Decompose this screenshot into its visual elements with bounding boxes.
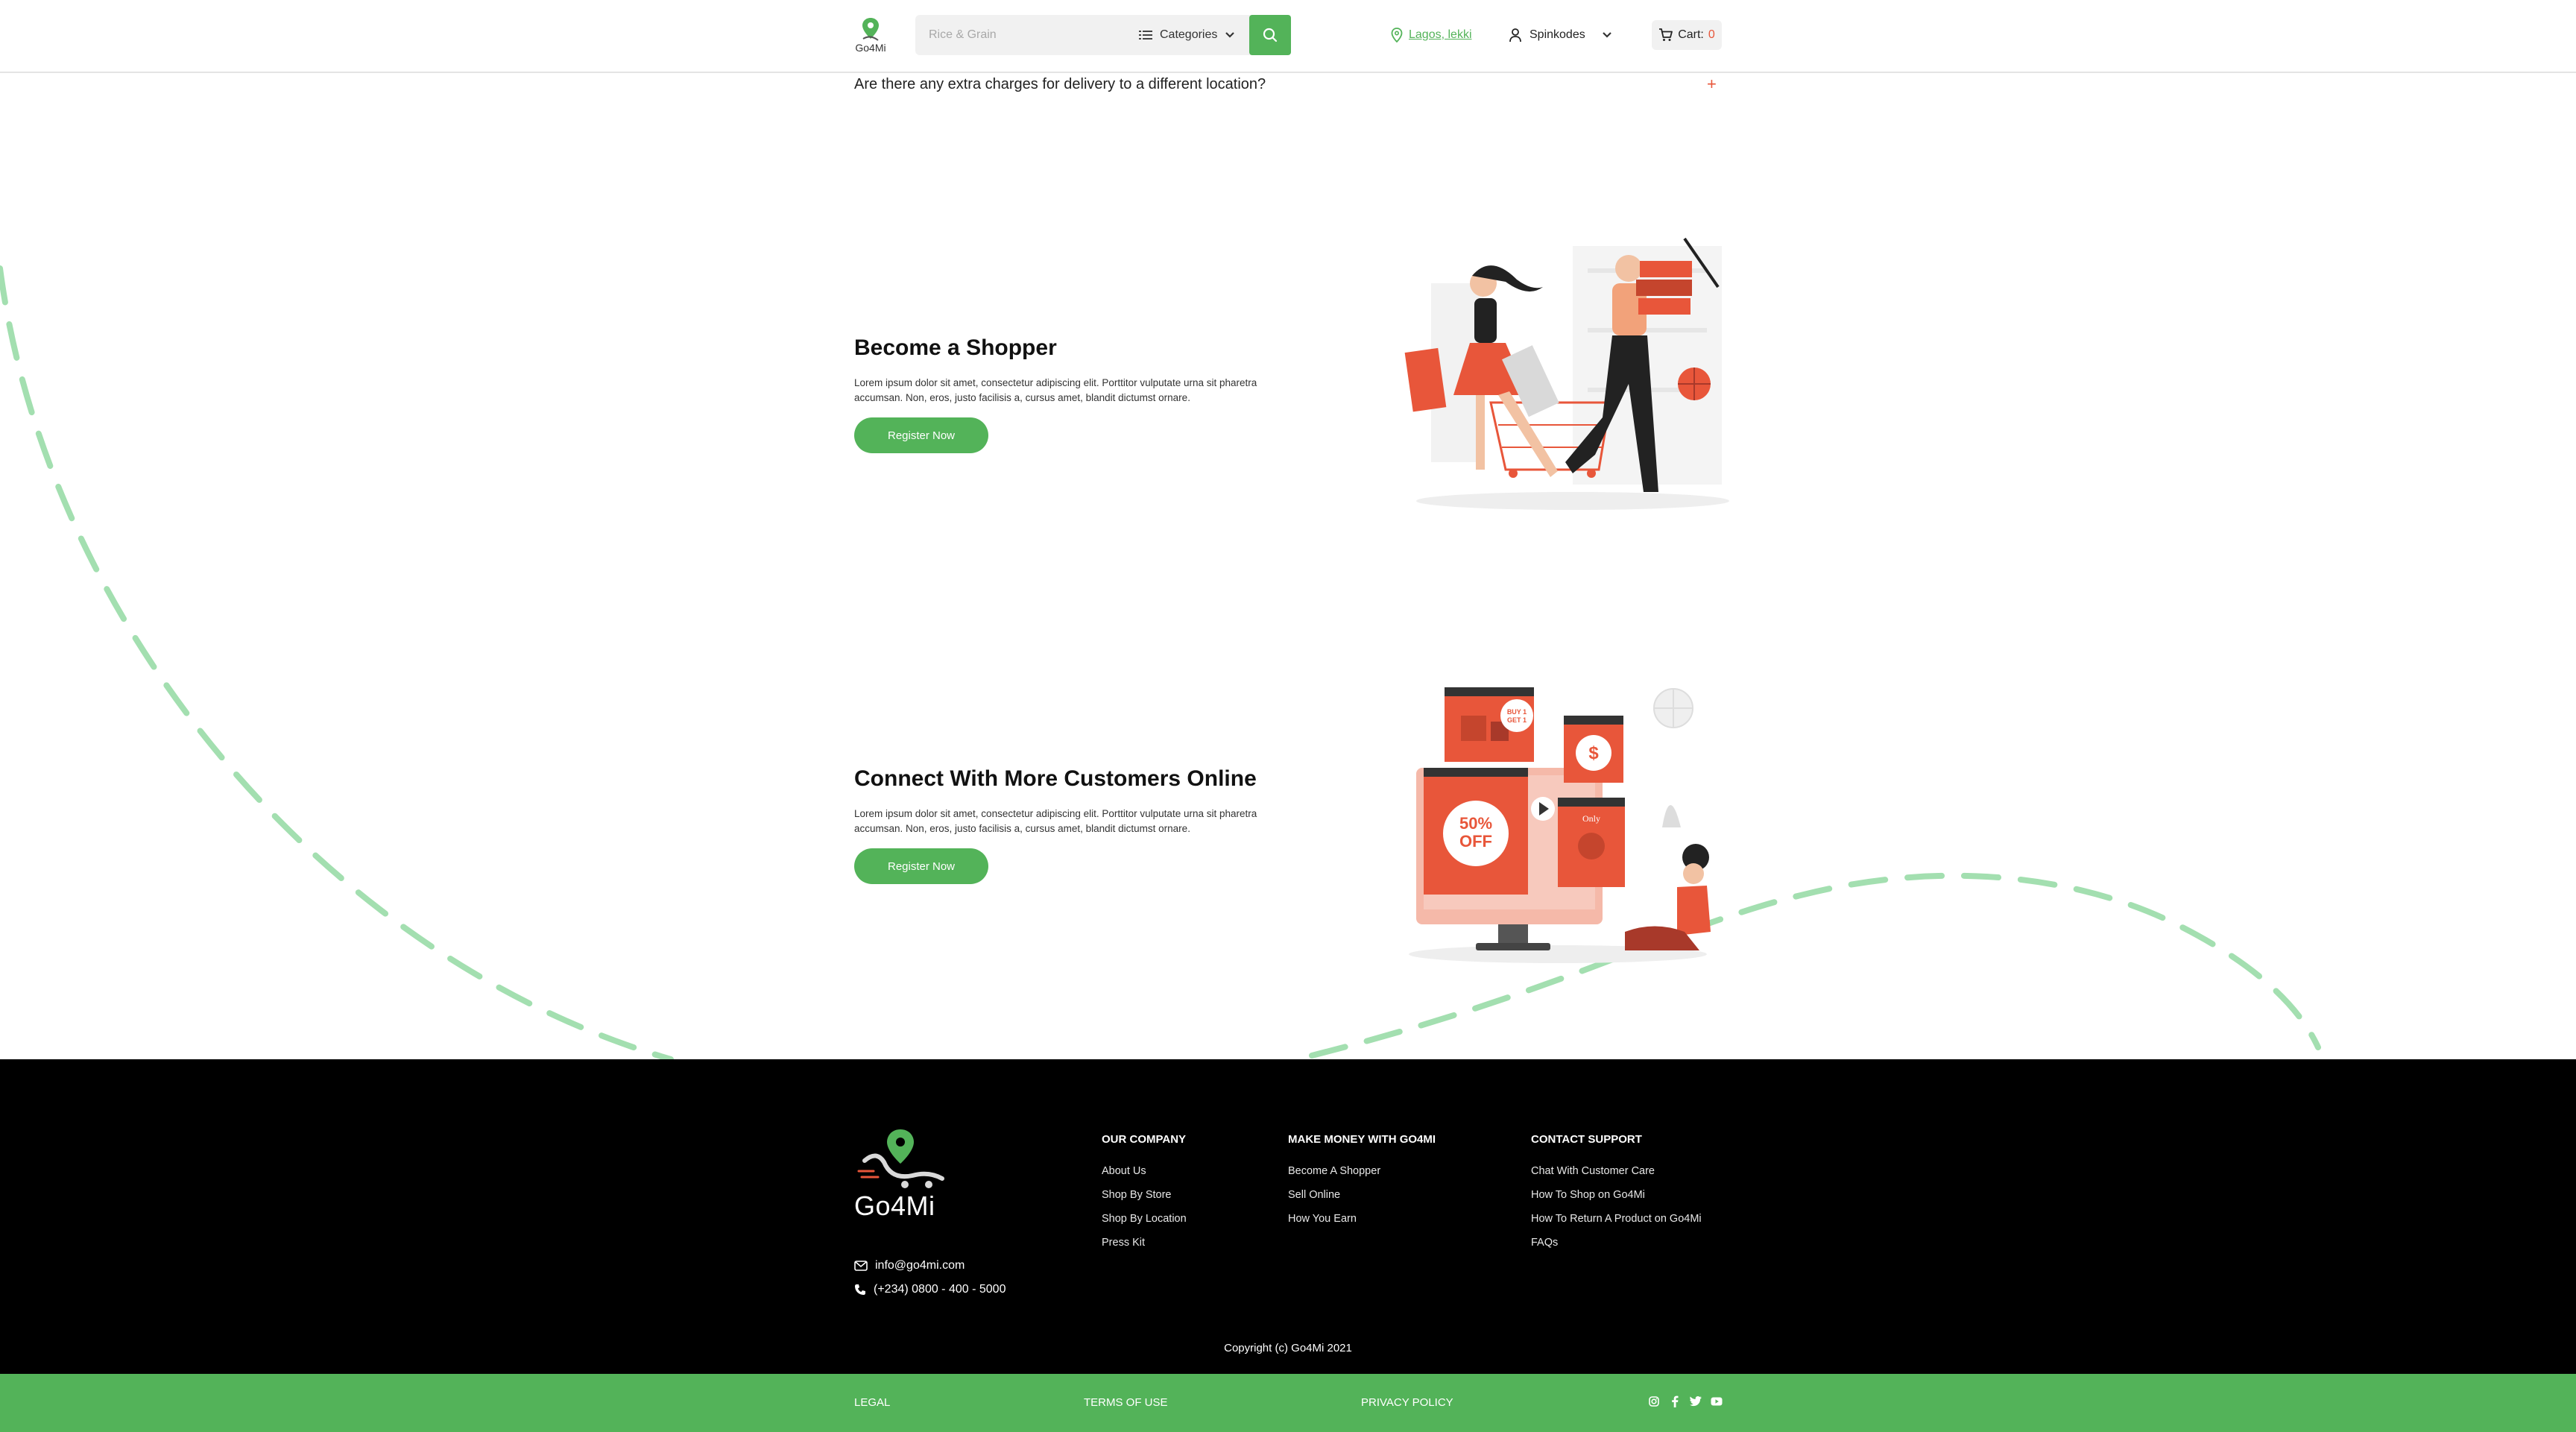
- social-links: [1647, 1395, 1723, 1408]
- footer-link-shop-by-store[interactable]: Shop By Store: [1102, 1188, 1187, 1212]
- user-name: Spinkodes: [1530, 28, 1585, 41]
- page: Go4Mi Categories: [0, 0, 2576, 1432]
- phone-icon: [855, 1284, 865, 1295]
- terms-of-use-link[interactable]: TERMS OF USE: [1084, 1396, 1168, 1409]
- cart-icon: [1659, 28, 1673, 41]
- chevron-down-icon: [1602, 32, 1611, 38]
- footer-column-support: CONTACT SUPPORT Chat With Customer Care …: [1531, 1133, 1702, 1260]
- only-label: Only: [1582, 813, 1600, 824]
- svg-text:GET 1: GET 1: [1507, 716, 1527, 724]
- footer-phone[interactable]: (+234) 0800 - 400 - 5000: [854, 1283, 1006, 1296]
- footer-link-press-kit[interactable]: Press Kit: [1102, 1236, 1187, 1260]
- section-description-connect: Lorem ipsum dolor sit amet, consectetur …: [854, 808, 1257, 834]
- list-icon: [1139, 31, 1152, 40]
- footer-logo[interactable]: Go4Mi: [854, 1128, 951, 1225]
- decorative-dashed-curve: [0, 265, 2321, 1059]
- dollar-bag-label: $: [1588, 743, 1599, 763]
- user-icon: [1509, 28, 1521, 42]
- footer-phone-text: (+234) 0800 - 400 - 5000: [874, 1283, 1006, 1296]
- site-logo[interactable]: Go4Mi: [853, 16, 888, 58]
- cart-label: Cart:: [1678, 28, 1704, 41]
- cart-button[interactable]: Cart: 0: [1652, 20, 1722, 50]
- logo-text: Go4Mi: [855, 42, 886, 54]
- footer-column-make-money: MAKE MONEY WITH GO4MI Become A Shopper S…: [1288, 1133, 1436, 1236]
- instagram-icon[interactable]: [1647, 1395, 1661, 1408]
- footer-logo-text: Go4Mi: [854, 1190, 935, 1221]
- location-selector[interactable]: Lagos, lekki: [1391, 24, 1472, 46]
- footer-email-text: info@go4mi.com: [875, 1259, 965, 1272]
- section-title-shopper: Become a Shopper: [854, 335, 1057, 360]
- faq-question[interactable]: Are there any extra charges for delivery…: [854, 76, 1266, 93]
- location-label: Lagos, lekki: [1409, 28, 1472, 41]
- section-description-shopper: Lorem ipsum dolor sit amet, consectetur …: [854, 377, 1257, 403]
- footer-email[interactable]: info@go4mi.com: [854, 1259, 965, 1272]
- location-pin-icon: [857, 1129, 944, 1188]
- footer-column-title: MAKE MONEY WITH GO4MI: [1288, 1133, 1436, 1146]
- footer-link-become-a-shopper[interactable]: Become A Shopper: [1288, 1164, 1436, 1188]
- categories-dropdown[interactable]: Categories: [1139, 15, 1246, 55]
- register-now-button-shopper[interactable]: Register Now: [854, 417, 988, 453]
- footer-column-title: CONTACT SUPPORT: [1531, 1133, 1642, 1146]
- search-button[interactable]: [1249, 15, 1291, 55]
- footer-column-title: OUR COMPANY: [1102, 1133, 1187, 1146]
- footer-link-faqs[interactable]: FAQs: [1531, 1236, 1702, 1260]
- footer-link-how-to-shop[interactable]: How To Shop on Go4Mi: [1531, 1188, 1702, 1212]
- facebook-icon[interactable]: [1668, 1395, 1682, 1408]
- footer-column-company: OUR COMPANY About Us Shop By Store Shop …: [1102, 1133, 1187, 1260]
- footer-link-about-us[interactable]: About Us: [1102, 1164, 1187, 1188]
- register-now-button-connect[interactable]: Register Now: [854, 848, 988, 884]
- footer-link-shop-by-location[interactable]: Shop By Location: [1102, 1212, 1187, 1236]
- footer-link-how-to-return[interactable]: How To Return A Product on Go4Mi: [1531, 1212, 1702, 1236]
- section-title-connect: Connect With More Customers Online: [854, 766, 1257, 791]
- search-input[interactable]: [929, 15, 1123, 55]
- faq-expand-icon[interactable]: +: [1707, 75, 1717, 94]
- search-icon: [1263, 28, 1278, 42]
- footer-link-sell-online[interactable]: Sell Online: [1288, 1188, 1436, 1212]
- cart-count: 0: [1708, 28, 1715, 41]
- chevron-down-icon: [1225, 32, 1235, 38]
- bottom-bar: LEGAL TERMS OF USE PRIVACY POLICY: [0, 1374, 2576, 1432]
- map-pin-icon: [1391, 28, 1403, 42]
- copyright-text: Copyright (c) Go4Mi 2021: [1224, 1342, 1352, 1354]
- discount-label-line2: OFF: [1459, 832, 1492, 851]
- user-menu[interactable]: Spinkodes: [1509, 24, 1612, 46]
- discount-label-line1: 50%: [1459, 814, 1492, 833]
- mail-icon: [854, 1261, 868, 1271]
- legal-link[interactable]: LEGAL: [854, 1396, 890, 1409]
- privacy-policy-link[interactable]: PRIVACY POLICY: [1361, 1396, 1453, 1409]
- youtube-icon[interactable]: [1710, 1395, 1723, 1408]
- top-header: Go4Mi Categories: [0, 0, 2576, 73]
- location-pin-icon: [862, 18, 879, 41]
- svg-text:BUY 1: BUY 1: [1507, 708, 1527, 716]
- online-store-illustration: BUY 1 GET 1 $ 50% OFF Only: [1409, 687, 1711, 963]
- categories-label: Categories: [1160, 28, 1218, 41]
- footer-link-chat-with-customer-care[interactable]: Chat With Customer Care: [1531, 1164, 1702, 1188]
- footer-link-how-you-earn[interactable]: How You Earn: [1288, 1212, 1436, 1236]
- twitter-icon[interactable]: [1689, 1395, 1702, 1408]
- shopper-illustration: [1404, 237, 1729, 510]
